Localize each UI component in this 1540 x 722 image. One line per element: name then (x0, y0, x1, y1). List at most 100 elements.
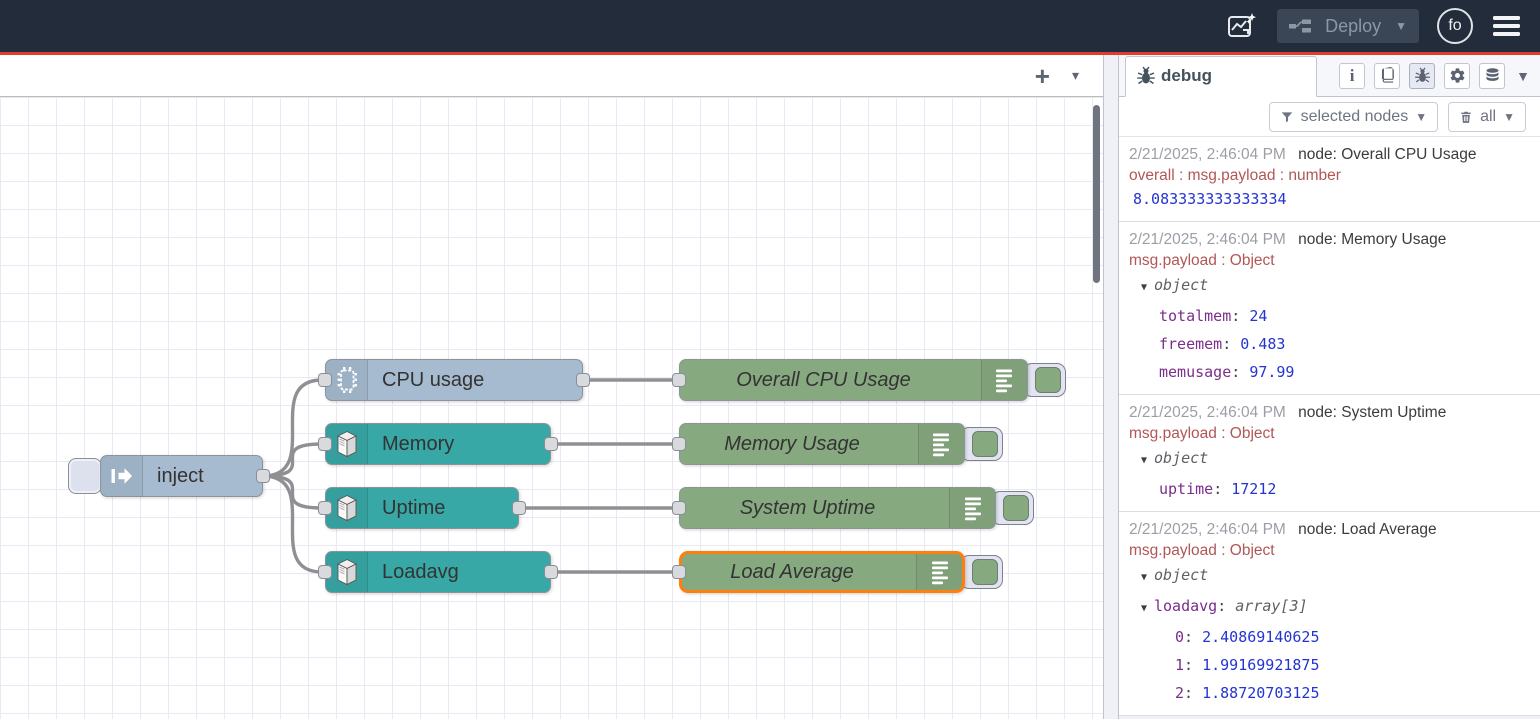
server-tower-icon (326, 424, 368, 464)
array-value: 1.88720703125 (1202, 684, 1319, 702)
user-avatar[interactable]: fo (1437, 8, 1473, 44)
node-label: Loadavg (368, 561, 459, 584)
sidebar-tabbar: debug i ▼ (1119, 55, 1540, 97)
node-input-port[interactable] (318, 437, 332, 451)
array-item: 0: 2.40869140625 (1129, 623, 1530, 651)
flow-node-debug-overall-cpu[interactable]: Overall CPU Usage (679, 359, 1028, 401)
array-item: 1: 1.99169921875 (1129, 651, 1530, 679)
node-input-port[interactable] (672, 373, 686, 387)
node-output-port[interactable] (576, 373, 590, 387)
inject-arrow-icon (101, 456, 143, 496)
inject-trigger-button[interactable] (68, 458, 102, 494)
sidebar-menu-caret-icon[interactable]: ▼ (1516, 68, 1530, 84)
flow-node-cpu-usage[interactable]: CPU usage (325, 359, 583, 401)
array-index: 2 (1175, 684, 1184, 702)
property-key: loadavg (1154, 597, 1217, 615)
node-input-port[interactable] (318, 373, 332, 387)
tab-debug[interactable]: debug (1125, 56, 1317, 97)
node-output-port[interactable] (256, 469, 270, 483)
collapse-caret-icon[interactable]: ▼ (1141, 274, 1154, 302)
flow-node-memory[interactable]: Memory (325, 423, 551, 465)
config-tab-button[interactable] (1444, 63, 1470, 89)
property-key: totalmem (1159, 307, 1231, 325)
canvas-vertical-scrollbar[interactable] (1093, 105, 1100, 283)
message-property-path: msg.payload : Object (1129, 540, 1530, 561)
property-value: 24 (1249, 307, 1267, 325)
message-property-path: msg.payload : Object (1129, 423, 1530, 444)
debug-enable-toggle[interactable] (960, 555, 1003, 589)
flow-wires (0, 97, 1103, 719)
debug-enable-toggle[interactable] (991, 491, 1034, 525)
flow-node-debug-load-average[interactable]: Load Average (679, 551, 965, 593)
property-key: freemem (1159, 335, 1222, 353)
node-output-port[interactable] (544, 565, 558, 579)
message-node-name: node: Memory Usage (1298, 231, 1446, 248)
main-menu-icon[interactable] (1491, 12, 1522, 40)
flow-node-debug-memory-usage[interactable]: Memory Usage (679, 423, 965, 465)
debug-message[interactable]: 2/21/2025, 2:46:04 PM node: Memory Usage… (1119, 222, 1540, 395)
context-tab-button[interactable] (1479, 63, 1505, 89)
collapse-caret-icon[interactable]: ▼ (1141, 595, 1154, 623)
message-timestamp: 2/21/2025, 2:46:04 PM (1129, 404, 1286, 421)
debug-filter-label: selected nodes (1301, 108, 1409, 126)
node-input-port[interactable] (672, 437, 686, 451)
flow-node-loadavg[interactable]: Loadavg (325, 551, 551, 593)
help-tab-button[interactable] (1374, 63, 1400, 89)
flow-canvas[interactable]: inject CPU usage (0, 97, 1103, 719)
object-property: uptime: 17212 (1129, 475, 1530, 503)
debug-enable-toggle[interactable] (960, 427, 1003, 461)
node-input-port[interactable] (318, 565, 332, 579)
object-expander[interactable]: ▼object (1129, 271, 1530, 302)
sidebar-splitter[interactable] (1103, 55, 1119, 719)
debug-filter-button[interactable]: selected nodes ▼ (1269, 102, 1439, 132)
message-timestamp: 2/21/2025, 2:46:04 PM (1129, 231, 1286, 248)
object-type-label: object (1154, 276, 1208, 294)
message-node-name: node: Load Average (1298, 521, 1436, 538)
message-node-name: node: Overall CPU Usage (1298, 146, 1476, 163)
property-key: uptime (1159, 480, 1213, 498)
array-item: 2: 1.88720703125 (1129, 679, 1530, 707)
node-label: Memory Usage (724, 433, 874, 456)
object-expander[interactable]: ▼object (1129, 444, 1530, 475)
main-layout: + ▾ (0, 55, 1540, 719)
cpu-chip-icon (326, 360, 368, 400)
server-tower-icon (326, 488, 368, 528)
deploy-button[interactable]: Deploy ▼ (1277, 9, 1419, 43)
node-input-port[interactable] (672, 565, 686, 579)
node-label: inject (143, 465, 204, 488)
flow-node-debug-system-uptime[interactable]: System Uptime (679, 487, 996, 529)
debug-message[interactable]: 2/21/2025, 2:46:04 PM node: Overall CPU … (1119, 137, 1540, 222)
node-label: System Uptime (740, 497, 890, 520)
debug-message-list[interactable]: 2/21/2025, 2:46:04 PM node: Overall CPU … (1119, 137, 1540, 719)
object-property: memusage: 97.99 (1129, 358, 1530, 386)
array-index: 1 (1175, 656, 1184, 674)
array-type-label: array[3] (1235, 597, 1307, 615)
deploy-menu-caret-icon[interactable]: ▼ (1395, 19, 1407, 33)
debug-message[interactable]: 2/21/2025, 2:46:04 PM node: System Uptim… (1119, 395, 1540, 512)
flow-list-caret-icon[interactable]: ▾ (1072, 67, 1079, 84)
flow-node-inject[interactable]: inject (100, 455, 263, 497)
node-output-port[interactable] (544, 437, 558, 451)
flow-assistant-icon[interactable] (1225, 10, 1259, 42)
array-expander[interactable]: ▼loadavg: array[3] (1129, 592, 1530, 623)
debug-enable-toggle[interactable] (1023, 363, 1066, 397)
flow-tabbar: + ▾ (0, 55, 1103, 97)
add-flow-button[interactable]: + (1035, 63, 1050, 89)
clear-caret-icon: ▼ (1503, 110, 1515, 124)
node-input-port[interactable] (672, 501, 686, 515)
message-node-name: node: System Uptime (1298, 404, 1446, 421)
collapse-caret-icon[interactable]: ▼ (1141, 447, 1154, 475)
message-property-path: overall : msg.payload : number (1129, 165, 1530, 186)
debug-clear-button[interactable]: all ▼ (1448, 102, 1526, 132)
object-expander[interactable]: ▼object (1129, 561, 1530, 592)
node-input-port[interactable] (318, 501, 332, 515)
debug-message[interactable]: 2/21/2025, 2:46:04 PM node: Load Average… (1119, 512, 1540, 716)
array-value: 1.99169921875 (1202, 656, 1319, 674)
collapse-caret-icon[interactable]: ▼ (1141, 564, 1154, 592)
debug-tab-button[interactable] (1409, 63, 1435, 89)
node-output-port[interactable] (512, 501, 526, 515)
flow-node-uptime[interactable]: Uptime (325, 487, 519, 529)
info-tab-button[interactable]: i (1339, 63, 1365, 89)
server-tower-icon (326, 552, 368, 592)
debug-filterbar: selected nodes ▼ all ▼ (1119, 97, 1540, 137)
